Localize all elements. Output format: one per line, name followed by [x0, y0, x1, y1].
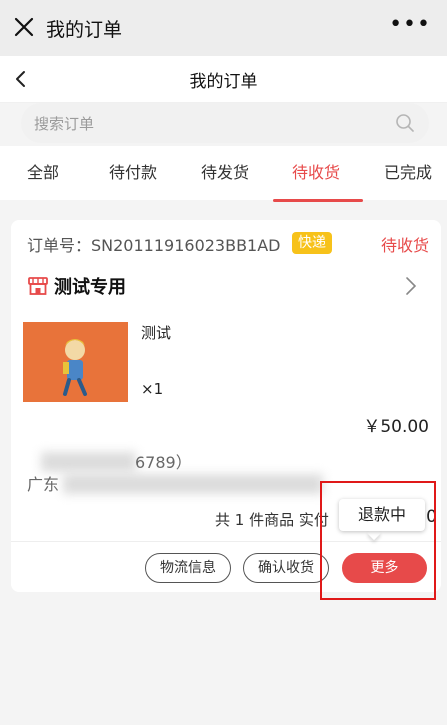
- tab-all[interactable]: 全部: [27, 159, 59, 183]
- close-icon[interactable]: [11, 14, 37, 40]
- address-phone-fragment: 6789）: [135, 453, 192, 472]
- product-price: ￥50.00: [363, 417, 429, 437]
- search-input[interactable]: 搜索订单: [34, 113, 94, 134]
- tab-pending-shipment[interactable]: 待发货: [201, 159, 249, 183]
- search-icon[interactable]: [395, 113, 415, 133]
- store-icon: [28, 277, 48, 295]
- address-fragment: 广东: [27, 475, 60, 494]
- redacted-phone: [41, 452, 136, 472]
- total-summary: 共 1 件商品 实付: [215, 511, 329, 529]
- window-title: 我的订单: [46, 19, 123, 41]
- delivery-badge: 快递: [292, 232, 332, 254]
- chevron-right-icon[interactable]: [405, 276, 417, 296]
- product-quantity: ×1: [141, 380, 164, 398]
- tab-pending-receipt[interactable]: 待收货: [292, 159, 340, 183]
- order-tabs: 全部 待付款 待发货 待收货 已完成: [0, 146, 447, 200]
- store-name[interactable]: 测试专用: [54, 273, 126, 299]
- product-name: 测试: [141, 324, 172, 342]
- page-header: 我的订单: [0, 56, 447, 103]
- window-bar: 我的订单 •••: [0, 0, 447, 56]
- confirm-receipt-button[interactable]: 确认收货: [243, 553, 329, 583]
- cartoon-figure-icon: [63, 339, 87, 396]
- redacted-address: [63, 474, 323, 494]
- search-bar[interactable]: 搜索订单: [21, 103, 429, 143]
- tab-completed[interactable]: 已完成: [384, 159, 432, 183]
- tab-pending-payment[interactable]: 待付款: [109, 159, 157, 183]
- more-options-icon[interactable]: •••: [389, 12, 431, 37]
- active-tab-indicator: [273, 199, 363, 202]
- logistics-info-button[interactable]: 物流信息: [145, 553, 231, 583]
- order-status: 待收货: [380, 236, 429, 255]
- highlight-box: [320, 481, 436, 600]
- order-number: 订单号：SN20111916023BB1AD: [27, 236, 281, 255]
- product-image[interactable]: [23, 322, 128, 402]
- page-title: 我的订单: [189, 72, 258, 92]
